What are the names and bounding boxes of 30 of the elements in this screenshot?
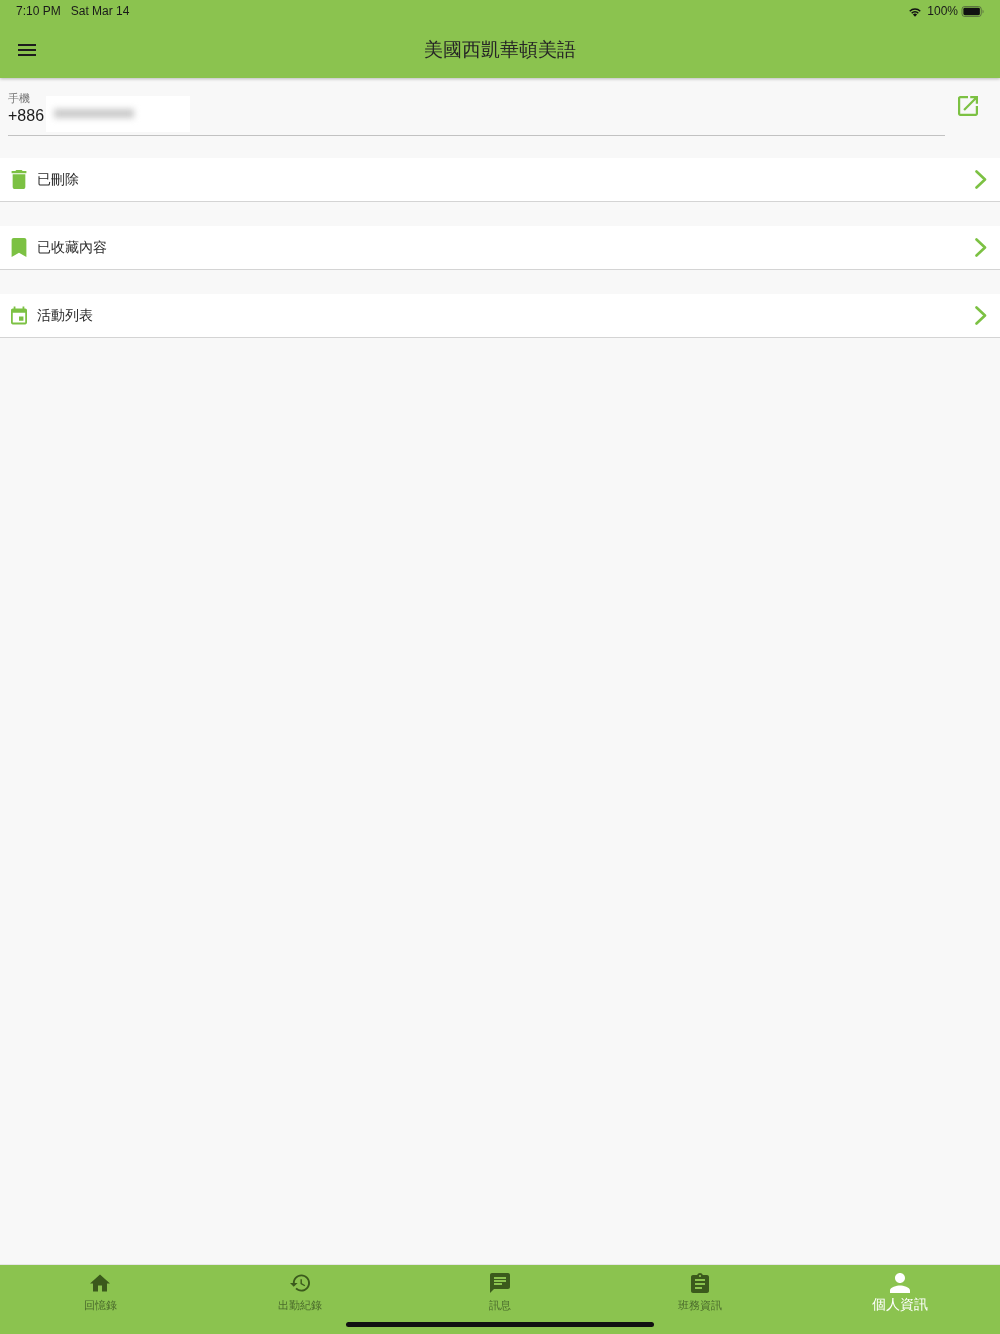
battery-icon	[961, 5, 985, 17]
nav-tab[interactable]: 個人資訊	[800, 1265, 1000, 1334]
calendar-icon	[11, 306, 27, 325]
nav-tab[interactable]: 回憶錄	[0, 1265, 200, 1334]
menu-list-item[interactable]: 已收藏內容	[0, 226, 1000, 270]
chevron-right-icon	[975, 238, 987, 257]
app-title: 美國西凱華頓美語	[424, 38, 576, 62]
home-icon	[90, 1273, 110, 1293]
nav-tab[interactable]: 出勤紀錄	[200, 1265, 400, 1334]
status-time: 7:10 PM	[16, 4, 61, 18]
trash-icon	[11, 170, 27, 189]
field-value: +886	[8, 106, 45, 126]
person-icon	[890, 1273, 910, 1293]
battery-percent: 100%	[927, 4, 958, 18]
phone-input-field[interactable]: 手機 +886	[8, 92, 945, 136]
menu-icon	[18, 44, 36, 56]
menu-button[interactable]	[18, 44, 36, 56]
chat-bubble-icon	[490, 1273, 510, 1293]
clipboard-icon	[690, 1273, 710, 1293]
status-date: Sat Mar 14	[70, 4, 130, 18]
history-clock-icon	[290, 1273, 310, 1293]
field-label: 手機	[8, 92, 30, 105]
nav-tab[interactable]: 班務資訊	[600, 1265, 800, 1334]
chevron-right-icon	[975, 306, 987, 325]
wifi-icon	[908, 5, 923, 17]
menu-list-item[interactable]: 已刪除	[0, 158, 1000, 202]
chevron-right-icon	[975, 170, 987, 189]
bookmark-icon	[11, 238, 27, 257]
menu-list-item[interactable]: 活動列表	[0, 294, 1000, 338]
nav-tab[interactable]: 訊息	[400, 1265, 600, 1334]
